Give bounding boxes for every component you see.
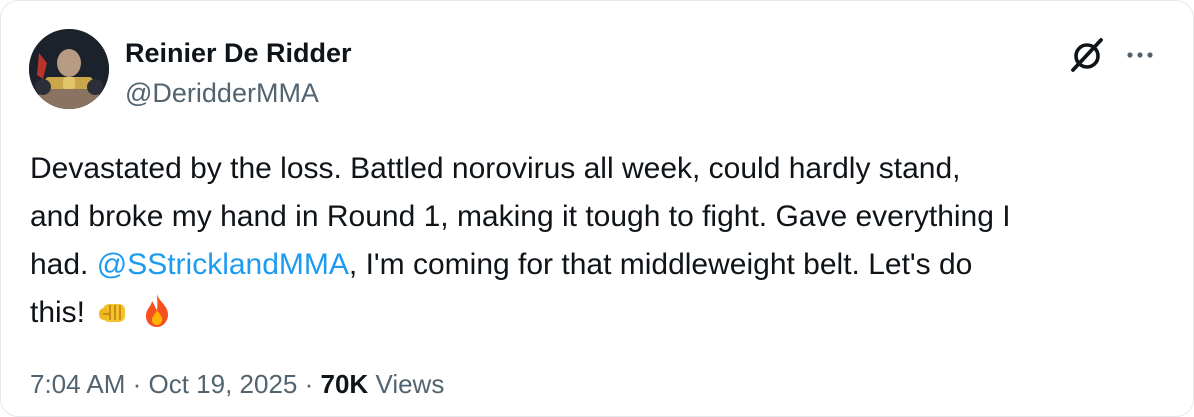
oncoming-fist-emoji bbox=[99, 304, 126, 322]
tweet-card: Reinier De Ridder @DeridderMMA Devastate… bbox=[0, 0, 1194, 417]
meta-separator: · bbox=[297, 369, 321, 399]
author-handle[interactable]: @DeridderMMA bbox=[125, 77, 352, 109]
tweet-meta: 7:04 AM · Oct 19, 2025 · 70K Views bbox=[30, 367, 444, 401]
author-display-name[interactable]: Reinier De Ridder bbox=[125, 37, 352, 69]
avatar-photo bbox=[29, 29, 109, 109]
tweet-time[interactable]: 7:04 AM bbox=[30, 369, 125, 399]
tweet-text-line: Devastated by the loss. Battled noroviru… bbox=[30, 152, 961, 185]
tweet-text-segment: had. bbox=[30, 248, 97, 281]
author-block: Reinier De Ridder @DeridderMMA bbox=[125, 37, 352, 109]
meta-separator: · bbox=[125, 369, 149, 399]
tweet-text: Devastated by the loss. Battled noroviru… bbox=[30, 145, 1160, 337]
tweet-date[interactable]: Oct 19, 2025 bbox=[149, 369, 298, 399]
mention-link[interactable]: @SStricklandMMA bbox=[97, 248, 349, 281]
tweet-text-segment: , I'm coming for that middleweight belt.… bbox=[348, 248, 973, 281]
views-label: Views bbox=[368, 369, 445, 399]
grok-logo-icon[interactable] bbox=[1067, 35, 1107, 75]
more-options-icon[interactable] bbox=[1125, 43, 1155, 67]
views-count[interactable]: 70K bbox=[321, 369, 369, 399]
tweet-text-line: and broke my hand in Round 1, making it … bbox=[30, 200, 1011, 233]
tweet-text-line: this! bbox=[30, 289, 1160, 337]
fire-emoji bbox=[146, 294, 169, 327]
avatar[interactable] bbox=[29, 29, 109, 109]
tweet-text-segment: this! bbox=[30, 296, 86, 329]
tweet-text-line: had. @SStricklandMMA, I'm coming for tha… bbox=[30, 241, 1160, 289]
